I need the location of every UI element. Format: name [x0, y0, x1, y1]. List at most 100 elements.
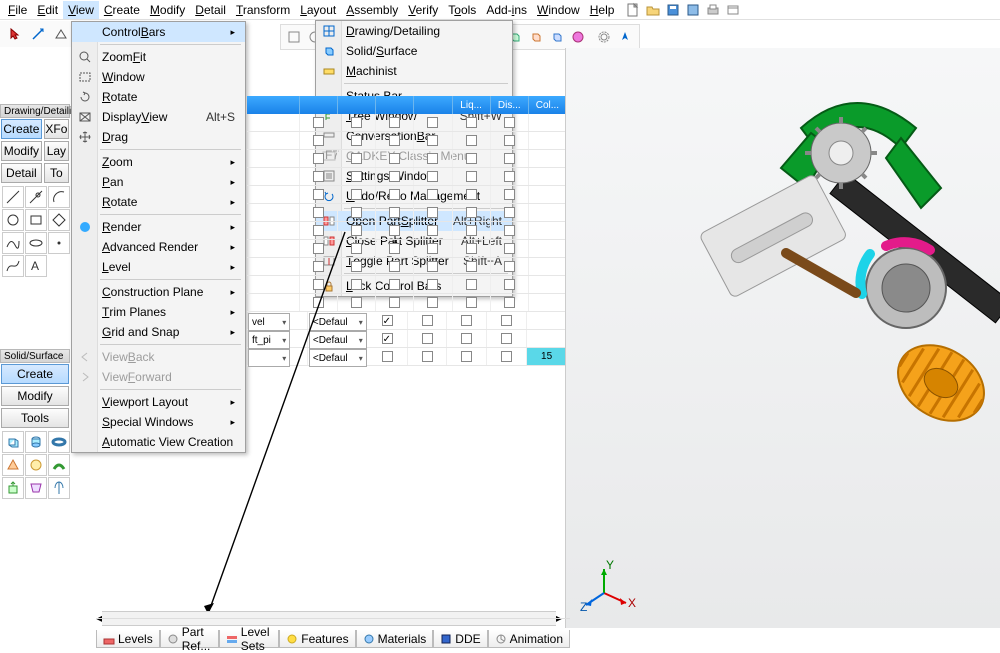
- solid-tools-btn[interactable]: Tools: [1, 408, 69, 428]
- grid-col-dis[interactable]: Dis...: [491, 96, 529, 114]
- view-rotate-sub[interactable]: Rotate▸: [72, 192, 245, 212]
- cylinder-icon[interactable]: [25, 431, 47, 453]
- spline-tool-icon[interactable]: [2, 232, 24, 254]
- vector-tool-icon[interactable]: [27, 23, 48, 45]
- solid-create-btn[interactable]: Create: [1, 364, 69, 384]
- tab-features[interactable]: Features: [279, 630, 355, 648]
- text-icon[interactable]: A: [25, 255, 47, 277]
- menu-layout[interactable]: Layout: [295, 1, 341, 19]
- new-doc-icon[interactable]: [625, 2, 641, 18]
- grid-col-hidden-4[interactable]: [376, 96, 414, 114]
- tab-dde[interactable]: DDE: [433, 630, 487, 648]
- view-trim-planes[interactable]: Trim Planes▸: [72, 302, 245, 322]
- chk-2[interactable]: [382, 333, 393, 344]
- sphere-icon[interactable]: [25, 454, 47, 476]
- save-icon[interactable]: [665, 2, 681, 18]
- tb-cube-icon-2[interactable]: [527, 26, 546, 48]
- menu-tools[interactable]: Tools: [443, 1, 481, 19]
- tb-cube-icon-4[interactable]: [569, 26, 588, 48]
- view-pan-sub[interactable]: Pan▸: [72, 172, 245, 192]
- view-viewport-layout[interactable]: Viewport Layout▸: [72, 392, 245, 412]
- menu-help[interactable]: Help: [585, 1, 620, 19]
- save-mini-icon[interactable]: [685, 2, 701, 18]
- line-tool-icon[interactable]: [2, 186, 24, 208]
- cb-solid-surface[interactable]: Solid/Surface: [316, 41, 512, 61]
- tb-cube-icon-3[interactable]: [548, 26, 567, 48]
- window-icon[interactable]: [725, 2, 741, 18]
- view-zoom-sub[interactable]: Zoom▸: [72, 152, 245, 172]
- view-window[interactable]: Window: [72, 67, 245, 87]
- view-advanced-render[interactable]: Advanced Render▸: [72, 237, 245, 257]
- extrude-icon[interactable]: [2, 477, 24, 499]
- tb-gear-icon[interactable]: [595, 26, 614, 48]
- cb-machinist[interactable]: Machinist: [316, 61, 512, 81]
- menu-assembly[interactable]: Assembly: [341, 1, 403, 19]
- dd-cell-b1[interactable]: <Defaul: [309, 313, 367, 331]
- loft-icon[interactable]: [25, 477, 47, 499]
- view-drag[interactable]: Drag: [72, 127, 245, 147]
- rect-tool-icon[interactable]: [25, 209, 47, 231]
- grid-col-liq[interactable]: Liq...: [453, 96, 491, 114]
- tab-levels[interactable]: Levels: [96, 630, 160, 648]
- drawing-detail-btn[interactable]: Detail: [1, 163, 42, 183]
- tab-animation[interactable]: Animation: [488, 630, 570, 648]
- solid-modify-btn[interactable]: Modify: [1, 386, 69, 406]
- grid-col-hidden-1[interactable]: [247, 96, 300, 114]
- 3d-viewport[interactable]: [565, 48, 1000, 628]
- grid-col-hidden-5[interactable]: [414, 96, 452, 114]
- tb-compass-icon[interactable]: [616, 26, 635, 48]
- menu-detail[interactable]: Detail: [190, 1, 231, 19]
- cone-icon[interactable]: [2, 454, 24, 476]
- view-construction-plane[interactable]: Construction Plane▸: [72, 282, 245, 302]
- view-render-sub[interactable]: Render▸: [72, 217, 245, 237]
- tab-materials[interactable]: Materials: [356, 630, 434, 648]
- view-auto-view-creation[interactable]: Automatic View Creation: [72, 432, 245, 452]
- tab-part-ref[interactable]: Part Ref...: [160, 630, 219, 648]
- dd-cell-b3[interactable]: <Defaul: [309, 349, 367, 367]
- view-level[interactable]: Level▸: [72, 257, 245, 277]
- drawing-lay-btn[interactable]: Lay: [44, 141, 69, 161]
- drawing-to-btn[interactable]: To: [44, 163, 69, 183]
- view-display-view[interactable]: Display ViewAlt+S: [72, 107, 245, 127]
- dd-cell-a1[interactable]: vel: [248, 313, 290, 331]
- polygon-tool-icon[interactable]: [48, 209, 70, 231]
- view-special-windows[interactable]: Special Windows▸: [72, 412, 245, 432]
- drawing-modify-btn[interactable]: Modify: [1, 141, 42, 161]
- menu-modify[interactable]: Modify: [145, 1, 190, 19]
- ellipse-tool-icon[interactable]: [25, 232, 47, 254]
- dd-cell-a2[interactable]: ft_pi: [248, 331, 290, 349]
- near-line-icon[interactable]: [25, 186, 47, 208]
- print-icon[interactable]: [705, 2, 721, 18]
- menu-verify[interactable]: Verify: [403, 1, 443, 19]
- chk-1[interactable]: [382, 315, 393, 326]
- cube-icon[interactable]: [2, 431, 24, 453]
- dd-cell-b2[interactable]: <Defaul: [309, 331, 367, 349]
- view-rotate[interactable]: Rotate: [72, 87, 245, 107]
- arc-tool-icon[interactable]: [48, 186, 70, 208]
- menu-file[interactable]: File: [3, 1, 32, 19]
- menu-view[interactable]: View: [63, 1, 99, 19]
- view-control-bars[interactable]: Control Bars▸: [72, 22, 245, 42]
- circle-tool-icon[interactable]: [2, 209, 24, 231]
- triangle-tool-icon[interactable]: [50, 23, 71, 45]
- torus-icon[interactable]: [48, 431, 70, 453]
- point-tool-icon[interactable]: [48, 232, 70, 254]
- grid-col-col[interactable]: Col...: [529, 96, 567, 114]
- menu-create[interactable]: Create: [99, 1, 145, 19]
- menu-transform[interactable]: Transform: [231, 1, 295, 19]
- menu-addins[interactable]: Add-ins: [481, 1, 532, 19]
- view-grid-snap[interactable]: Grid and Snap▸: [72, 322, 245, 342]
- open-icon[interactable]: [645, 2, 661, 18]
- drawing-xfo-btn[interactable]: XFo: [44, 119, 69, 139]
- revolve-icon[interactable]: [48, 477, 70, 499]
- cb-drawing-detailing[interactable]: Drawing/Detailing: [316, 21, 512, 41]
- grid-col-hidden-2[interactable]: [300, 96, 338, 114]
- view-zoom-fit[interactable]: Zoom Fit: [72, 47, 245, 67]
- grid-col-hidden-3[interactable]: [338, 96, 376, 114]
- dd-cell-a3[interactable]: [248, 349, 290, 367]
- tab-level-sets[interactable]: Level Sets: [219, 630, 279, 648]
- tb-icon-1[interactable]: [285, 26, 304, 48]
- menu-window[interactable]: Window: [532, 1, 585, 19]
- cursor-tool-icon[interactable]: [4, 23, 25, 45]
- curve-tool-icon[interactable]: [2, 255, 24, 277]
